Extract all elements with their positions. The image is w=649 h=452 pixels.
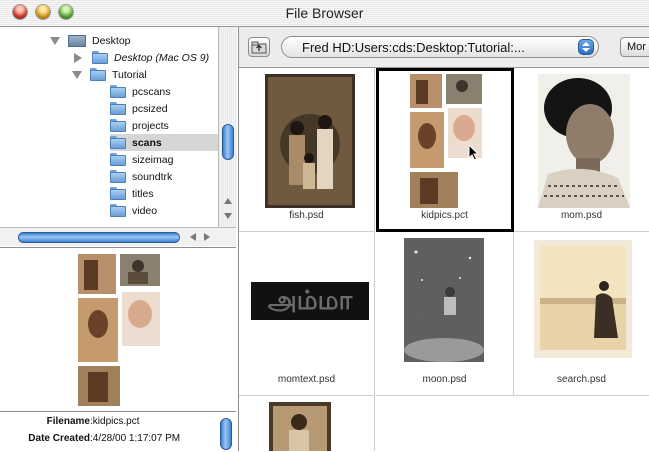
folder-icon [110, 187, 126, 200]
left-panel: Desktop Desktop (Mac OS 9) Tutorial pcsc… [0, 27, 239, 452]
tree-item-label: Desktop (Mac OS 9) [114, 51, 210, 64]
tree-item-soundtrk[interactable]: soundtrk [110, 168, 172, 185]
scroll-down-arrow-icon[interactable] [224, 213, 232, 219]
file-item-mom[interactable]: mom.psd [514, 68, 649, 232]
title-bar[interactable]: File Browser [0, 0, 649, 27]
tree-item-desktop-mac-os-9[interactable]: Desktop (Mac OS 9) [72, 49, 209, 66]
folder-icon [110, 204, 126, 217]
thumbnail-image [538, 74, 630, 208]
folder-icon [110, 153, 126, 166]
folder-icon [92, 51, 108, 64]
tree-item-tutorial[interactable]: Tutorial [72, 66, 147, 83]
tree-item-label: pcscans [132, 85, 171, 98]
toolbar: Fred HD:Users:cds:Desktop:Tutorial:... M… [239, 27, 649, 68]
tree-item-desktop[interactable]: Desktop [50, 32, 131, 49]
file-info-pane: Filename:kidpics.pct Date Created:4/28/0… [0, 411, 236, 452]
thumbnail-image [410, 74, 482, 208]
tree-item-scans[interactable]: scans [110, 134, 218, 151]
tree-item-pcscans[interactable]: pcscans [110, 83, 171, 100]
file-name-label: momtext.psd [277, 374, 336, 385]
tree-item-label: pcsized [132, 102, 168, 115]
thumbnail-image [269, 402, 331, 451]
file-item-kidpics[interactable]: kidpics.pct [376, 68, 514, 232]
right-panel: Fred HD:Users:cds:Desktop:Tutorial:... M… [239, 27, 649, 451]
date-created-value: 4/28/00 1:17:07 PM [92, 433, 181, 444]
tree-horizontal-scrollbar[interactable] [0, 227, 236, 246]
tree-vertical-scrollbar[interactable] [218, 27, 237, 227]
file-item-partial[interactable] [239, 396, 375, 451]
disclosure-collapsed-icon[interactable] [74, 52, 82, 63]
path-popup-menu[interactable]: Fred HD:Users:cds:Desktop:Tutorial:... [281, 36, 599, 58]
file-item-momtext[interactable]: அம்மா momtext.psd [239, 232, 375, 396]
tree-item-label: Tutorial [112, 68, 147, 81]
thumbnail-image [265, 74, 355, 208]
scroll-right-arrow-icon[interactable] [204, 233, 210, 241]
image-preview-pane [0, 247, 236, 410]
file-name-label: fish.psd [289, 210, 324, 221]
file-name-label: mom.psd [560, 210, 603, 221]
scroll-up-arrow-icon[interactable] [224, 198, 232, 204]
tree-item-label: projects [132, 119, 169, 132]
preview-image [78, 254, 160, 406]
tree-item-projects[interactable]: projects [110, 117, 169, 134]
folder-icon [110, 85, 126, 98]
file-item-moon[interactable]: moon.psd [376, 232, 514, 396]
thumbnail-image [534, 240, 632, 358]
folder-up-icon [251, 41, 267, 54]
date-created-row: Date Created:4/28/00 1:17:07 PM [0, 433, 210, 444]
disclosure-expanded-icon[interactable] [72, 70, 82, 79]
tree-item-label: titles [132, 187, 154, 200]
tree-item-label: Desktop [92, 34, 131, 47]
folder-icon [110, 102, 126, 115]
thumbnail-image [404, 238, 484, 362]
desktop-icon [68, 34, 86, 47]
file-name-label: kidpics.pct [421, 210, 468, 221]
folder-icon [110, 136, 126, 149]
disclosure-expanded-icon[interactable] [50, 36, 60, 45]
parent-folder-button[interactable] [248, 37, 270, 57]
folder-icon [90, 68, 106, 81]
mouse-cursor-icon [468, 144, 480, 161]
filename-row: Filename:kidpics.pct [0, 416, 210, 427]
folder-tree[interactable]: Desktop Desktop (Mac OS 9) Tutorial pcsc… [0, 27, 218, 227]
folder-icon [110, 119, 126, 132]
thumbnail-grid: fish.psd kidpics.pct mom.psd அம்மா momte… [239, 68, 649, 451]
more-button[interactable]: Mor [620, 37, 649, 57]
file-item-search[interactable]: search.psd [514, 232, 649, 396]
folder-icon [110, 170, 126, 183]
file-name-label: moon.psd [422, 374, 467, 385]
file-name-label: search.psd [557, 374, 606, 385]
path-text: Fred HD:Users:cds:Desktop:Tutorial:... [302, 40, 525, 55]
tree-item-label: video [132, 204, 158, 217]
popup-arrows-icon [578, 39, 594, 55]
tree-item-label: scans [132, 136, 162, 149]
scroll-left-arrow-icon[interactable] [190, 233, 196, 241]
tree-item-video[interactable]: video [110, 202, 157, 219]
filename-key: Filename [46, 416, 90, 427]
file-item-fish[interactable]: fish.psd [239, 68, 375, 232]
tree-item-titles[interactable]: titles [110, 185, 154, 202]
tree-item-sizeimag[interactable]: sizeimag [110, 151, 173, 168]
filename-value: kidpics.pct [92, 416, 140, 427]
tree-item-pcsized[interactable]: pcsized [110, 100, 168, 117]
scrollbar-thumb[interactable] [222, 124, 234, 160]
date-created-key: Date Created [28, 433, 90, 444]
info-scrollbar-thumb[interactable] [220, 418, 232, 450]
thumbnail-image: அம்மா [251, 282, 369, 320]
tree-item-label: sizeimag [132, 153, 174, 166]
tree-item-label: soundtrk [132, 170, 173, 183]
window-title: File Browser [285, 5, 364, 21]
scrollbar-thumb[interactable] [18, 232, 180, 243]
